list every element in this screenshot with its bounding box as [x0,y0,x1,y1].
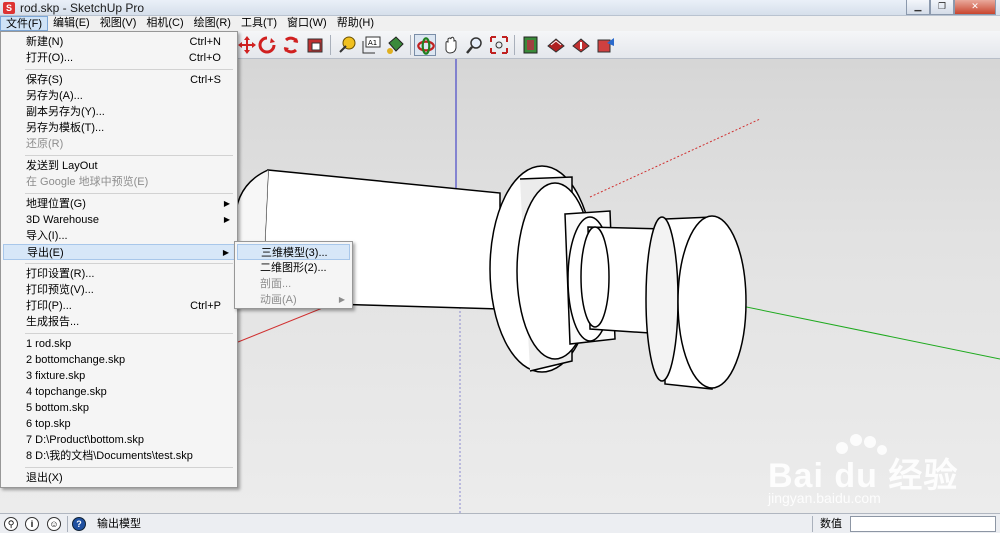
sketchup-app-icon: S [3,2,15,14]
minimize-icon[interactable]: ▁ [906,0,930,15]
end-cylinder-face [677,215,747,389]
menu-edit[interactable]: 编辑(E) [48,16,95,31]
export-section: 剖面... [260,278,292,290]
menu-item-print-setup[interactable]: 打印设置(R)... [3,266,235,282]
export-3d-model[interactable]: 三维模型(3)... [237,244,350,260]
menu-item-revert: 还原(R) [26,138,64,150]
menu-window[interactable]: 窗口(W) [282,16,332,31]
window-title: rod.skp - SketchUp Pro [20,1,145,15]
move-icon[interactable] [236,34,258,56]
recent-file-3[interactable]: 3 fixture.skp [3,368,235,384]
menu-item-new[interactable]: 新建(N) Ctrl+N [3,34,235,50]
warehouse-icon[interactable] [545,34,567,56]
recent-file-6[interactable]: 6 top.skp [3,416,235,432]
submenu-arrow-icon: ▶ [223,199,230,208]
export-2d-graphic[interactable]: 二维图形(2)... [237,260,350,276]
menu-item-export[interactable]: 导出(E) ▶ [3,244,235,260]
file-menu: 新建(N) Ctrl+N 打开(O)... Ctrl+O 保存(S) Ctrl+S 另… [0,31,238,488]
paint-bucket-icon[interactable] [384,34,406,56]
red-axis-dashed [589,118,761,198]
offset-icon[interactable] [304,34,326,56]
export-submenu: 三维模型(3)... 二维图形(2)... 剖面... 动画(A) ▶ [234,241,353,309]
title-bar: S rod.skp - SketchUp Pro ▁ ❐ ✕ [0,0,1000,16]
tape-measure-icon[interactable] [336,34,358,56]
help-icon[interactable]: ? [72,517,86,531]
measurements-input[interactable] [850,516,996,532]
menu-item-save-as-template[interactable]: 另存为模板(T)... [3,120,235,136]
menu-item-print-preview[interactable]: 打印预览(V)... [3,282,235,298]
zoom-extents-icon[interactable] [488,34,510,56]
recent-file-2[interactable]: 2 bottomchange.skp [3,352,235,368]
extension-icon[interactable] [595,34,617,56]
menu-view[interactable]: 视图(V) [95,16,142,31]
export-animation: 动画(A) ▶ [260,294,345,306]
restore-icon[interactable]: ❐ [930,0,954,15]
submenu-arrow-icon: ▶ [222,248,229,257]
dimension-text: A1 [368,39,377,47]
menu-item-3d-warehouse[interactable]: 3D Warehouse ▶ [3,212,235,228]
menu-item-save-copy-as[interactable]: 副本另存为(Y)... [3,104,235,120]
menu-item-exit[interactable]: 退出(X) [3,470,235,486]
recent-file-8[interactable]: 8 D:\我的文档\Documents\test.skp [3,448,235,464]
pan-icon[interactable] [440,34,462,56]
menu-bar: 文件(F) 编辑(E) 视图(V) 相机(C) 绘图(R) 工具(T) 窗口(W… [0,16,1000,31]
menu-camera[interactable]: 相机(C) [141,16,188,31]
share-model-icon[interactable] [570,34,592,56]
menu-file[interactable]: 文件(F) [0,16,49,31]
rotate-icon[interactable] [256,34,278,56]
menu-item-save[interactable]: 保存(S) Ctrl+S [3,72,235,88]
recent-file-1[interactable]: 1 rod.skp [3,336,235,352]
info-icon[interactable]: i [25,517,39,531]
orbit-icon[interactable] [414,34,436,56]
menu-item-print[interactable]: 打印(P)... Ctrl+P [3,298,235,314]
window-controls: ▁ ❐ ✕ [906,0,996,15]
watermark-url: jingyan.baidu.com [768,490,881,506]
menu-draw[interactable]: 绘图(R) [189,16,236,31]
submenu-arrow-icon: ▶ [223,215,230,224]
scale-icon[interactable] [280,34,302,56]
menu-help[interactable]: 帮助(H) [332,16,379,31]
submenu-arrow-icon: ▶ [338,295,345,304]
dimension-icon[interactable]: A1 [360,34,382,56]
green-axis [721,301,1000,360]
menu-item-open[interactable]: 打开(O)... Ctrl+O [3,50,235,66]
baidu-watermark: Bai du 经验 jingyan.baidu.com [760,430,995,512]
menu-item-preview-google-earth: 在 Google 地球中预览(E) [26,176,149,188]
recent-file-7[interactable]: 7 D:\Product\bottom.skp [3,432,235,448]
menu-tools[interactable]: 工具(T) [236,16,282,31]
menu-item-send-to-layout[interactable]: 发送到 LayOut [3,158,235,174]
menu-item-import[interactable]: 导入(I)... [3,228,235,244]
status-message: 输出模型 [97,518,141,530]
recent-file-5[interactable]: 5 bottom.skp [3,400,235,416]
menu-item-save-as[interactable]: 另存为(A)... [3,88,235,104]
close-icon[interactable]: ✕ [954,0,996,15]
geo-location-icon[interactable]: ⚲ [4,517,18,531]
status-bar: ⚲ i ☺ ? 输出模型 数值 [0,513,1000,533]
user-icon[interactable]: ☺ [47,517,61,531]
recent-file-4[interactable]: 4 topchange.skp [3,384,235,400]
zoom-icon[interactable] [464,34,486,56]
measurements-label: 数值 [820,518,842,530]
menu-item-generate-report[interactable]: 生成报告... [3,314,235,330]
menu-item-geo-location[interactable]: 地理位置(G) ▶ [3,196,235,212]
components-icon[interactable] [520,34,542,56]
